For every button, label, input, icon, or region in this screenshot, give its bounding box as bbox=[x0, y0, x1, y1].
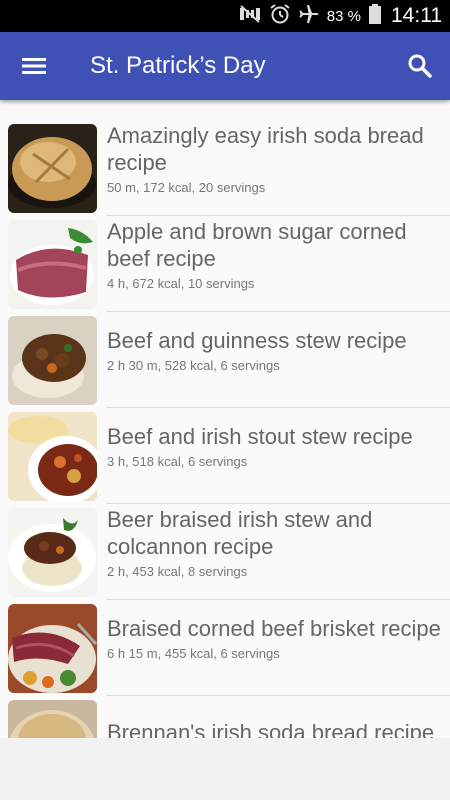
recipe-meta: 6 h 15 m, 455 kcal, 6 servings bbox=[107, 646, 280, 661]
recipe-row-apple-corned-beef[interactable]: Apple and brown sugar corned beef recipe… bbox=[0, 196, 450, 312]
airplane-icon bbox=[298, 3, 320, 30]
recipe-meta: 3 h, 518 kcal, 6 servings bbox=[107, 454, 248, 469]
recipe-title: Amazingly easy irish soda bread recipe bbox=[107, 122, 424, 175]
app-bar: St. Patrick’s Day bbox=[0, 32, 450, 100]
recipe-title: Apple and brown sugar corned beef recipe bbox=[107, 218, 407, 271]
mute-icon bbox=[238, 4, 262, 29]
bottom-area bbox=[0, 738, 450, 800]
battery-percent: 83 % bbox=[326, 7, 361, 25]
status-clock: 14:11 bbox=[391, 4, 442, 27]
recipe-thumbnail bbox=[8, 700, 97, 738]
alarm-icon bbox=[269, 3, 291, 30]
recipe-meta: 4 h, 672 kcal, 10 servings bbox=[107, 275, 255, 291]
recipe-meta: 50 m, 172 kcal, 20 servings bbox=[107, 179, 266, 195]
recipe-title: Beef and irish stout stew recipe bbox=[107, 424, 413, 449]
recipe-meta: 2 h 30 m, 528 kcal, 6 servings bbox=[107, 358, 280, 373]
recipe-row-brennans-soda-bread[interactable]: Brennan's irish soda bread recipe bbox=[0, 676, 450, 738]
recipe-list[interactable]: Amazingly easy irish soda bread recipe 5… bbox=[0, 100, 450, 738]
recipe-title: Brennan's irish soda bread recipe bbox=[107, 719, 435, 739]
recipe-row-beer-braised-stew[interactable]: Beer braised irish stew and colcannon re… bbox=[0, 484, 450, 600]
search-icon[interactable] bbox=[398, 44, 442, 88]
recipe-meta: 2 h, 453 kcal, 8 servings bbox=[107, 563, 248, 579]
recipe-row-guinness-stew[interactable]: Beef and guinness stew recipe 2 h 30 m, … bbox=[0, 292, 450, 408]
page-title: St. Patrick’s Day bbox=[90, 52, 266, 79]
recipe-title: Beer braised irish stew and colcannon re… bbox=[107, 506, 373, 559]
recipe-row-soda-bread[interactable]: Amazingly easy irish soda bread recipe 5… bbox=[0, 100, 450, 216]
battery-icon bbox=[368, 3, 382, 30]
recipe-row-irish-stout-stew[interactable]: Beef and irish stout stew recipe 3 h, 51… bbox=[0, 388, 450, 504]
hamburger-menu-icon[interactable] bbox=[12, 44, 56, 88]
recipe-row-braised-brisket[interactable]: Braised corned beef brisket recipe 6 h 1… bbox=[0, 580, 450, 696]
status-bar: 83 % 14:11 bbox=[0, 0, 450, 32]
recipe-title: Beef and guinness stew recipe bbox=[107, 328, 407, 353]
recipe-title: Braised corned beef brisket recipe bbox=[107, 616, 441, 641]
